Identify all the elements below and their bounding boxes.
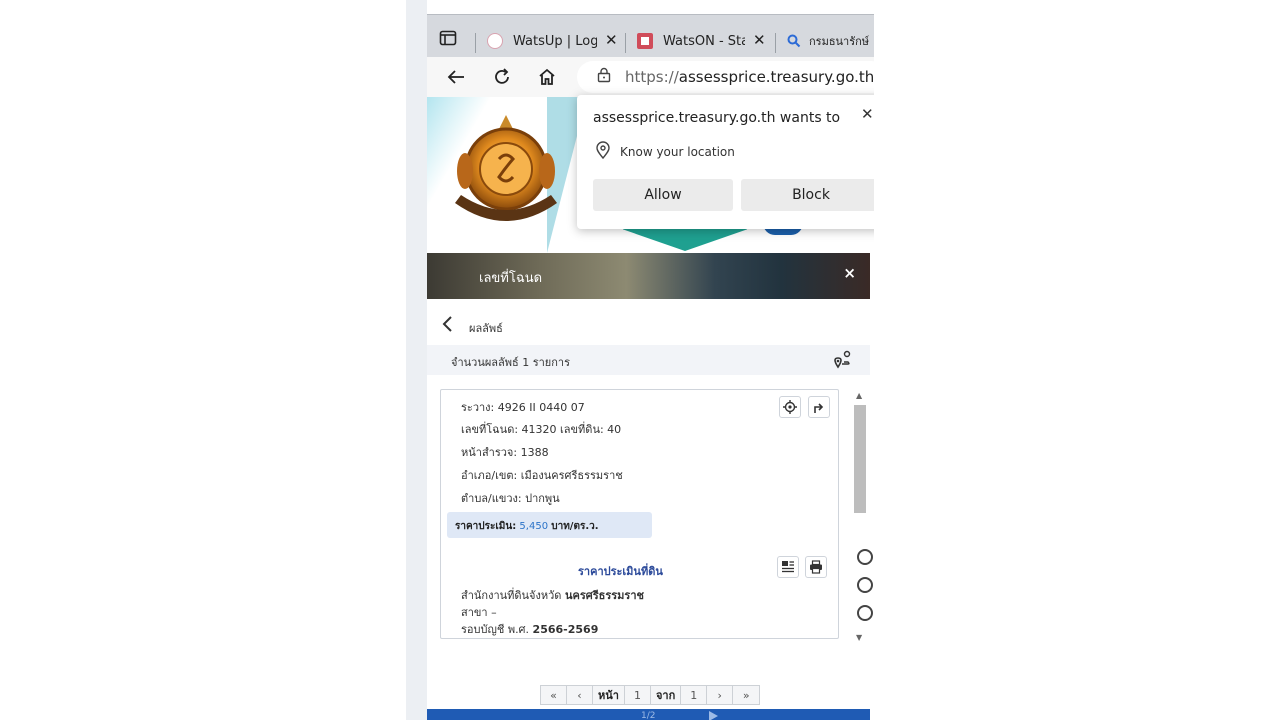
of-label: จาก bbox=[651, 686, 682, 704]
watson-favicon-icon bbox=[637, 33, 653, 49]
url-host: assessprice.treasury.go.th bbox=[678, 68, 874, 86]
record-deed-number: เลขที่โฉนด: 41320 เลขที่ดิน: 40 bbox=[461, 423, 622, 436]
tab-title: กรมธนารักษ์ bbox=[809, 35, 870, 48]
treasury-seal-logo[interactable] bbox=[447, 111, 565, 233]
navigation-bar: https://assessprice.treasury.go.th bbox=[427, 57, 874, 97]
results-header: ผลลัพธ์ bbox=[427, 307, 870, 343]
record-fiscal-period: รอบบัญชี พ.ศ. 2566-2569 bbox=[461, 620, 598, 638]
record-land-office: สำนักงานที่ดินจังหวัด นครศรีธรรมราช bbox=[461, 586, 644, 604]
block-button[interactable]: Block bbox=[741, 179, 874, 211]
footer-bar: 1/2 bbox=[427, 709, 870, 720]
price-value: 5,450 bbox=[519, 521, 549, 532]
scroll-down-icon[interactable]: ▼ bbox=[856, 633, 862, 642]
search-icon bbox=[787, 34, 801, 48]
footer-page-indicator: 1/2 bbox=[641, 711, 656, 720]
next-page-button[interactable]: › bbox=[707, 686, 734, 704]
record-district: อำเภอ/เขต: เมืองนครศรีธรรมราช bbox=[461, 469, 623, 482]
results-count: จำนวนผลลัพธ์ 1 รายการ bbox=[451, 356, 570, 369]
url-text: https://assessprice.treasury.go.th bbox=[625, 68, 874, 86]
play-icon[interactable] bbox=[709, 711, 718, 720]
chevron-left-icon[interactable] bbox=[441, 315, 455, 337]
tab-separator bbox=[775, 33, 776, 53]
office-label: สำนักงานที่ดินจังหวัด bbox=[461, 589, 562, 602]
watsup-favicon-icon bbox=[487, 33, 503, 49]
print-icon[interactable] bbox=[805, 556, 827, 578]
left-gutter bbox=[406, 0, 427, 720]
prev-page-button[interactable]: ‹ bbox=[567, 686, 593, 704]
tab-watson[interactable]: WatsON - Stay ✕ bbox=[637, 25, 767, 57]
directions-icon[interactable] bbox=[808, 396, 830, 418]
record-subdistrict: ตำบล/แขวง: ปากพูน bbox=[461, 492, 560, 505]
map-handle[interactable] bbox=[857, 605, 873, 621]
record-map-sheet: ระวาง: 4926 II 0440 07 bbox=[461, 401, 585, 414]
permission-description: Know your location bbox=[620, 145, 735, 159]
location-permission-popup: assessprice.treasury.go.th wants to ✕ Kn… bbox=[577, 95, 874, 229]
map-handle[interactable] bbox=[857, 549, 873, 565]
tab-separator bbox=[475, 33, 476, 53]
address-bar[interactable]: https://assessprice.treasury.go.th bbox=[577, 61, 874, 93]
scroll-up-icon[interactable]: ▲ bbox=[856, 391, 862, 400]
browser-window: WatsUp | Login ✕ WatsON - Stay ✕ กรมธนาร… bbox=[427, 14, 874, 720]
result-card: ระวาง: 4926 II 0440 07 เลขที่โฉนด: 41320… bbox=[440, 389, 839, 639]
price-label: ราคาประเมิน: bbox=[455, 521, 517, 532]
back-icon[interactable] bbox=[444, 65, 468, 89]
fiscal-label: รอบบัญชี พ.ศ. bbox=[461, 623, 530, 636]
screen: WatsUp | Login ✕ WatsON - Stay ✕ กรมธนาร… bbox=[0, 0, 1280, 720]
tab-separator bbox=[625, 33, 626, 53]
document-list-icon[interactable] bbox=[777, 556, 799, 578]
map-handle[interactable] bbox=[857, 577, 873, 593]
deed-search-banner: เลขที่โฉนด × bbox=[427, 253, 870, 299]
location-pin-icon bbox=[595, 141, 611, 163]
route-location-icon[interactable] bbox=[832, 350, 852, 374]
tab-treasury[interactable]: กรมธนารักษ์ bbox=[787, 25, 874, 57]
pagination: « ‹ หน้า 1 จาก 1 › » bbox=[540, 685, 761, 705]
first-page-button[interactable]: « bbox=[541, 686, 567, 704]
page-number-input[interactable]: 1 bbox=[625, 686, 651, 704]
tab-title: WatsUp | Login bbox=[513, 33, 597, 49]
lock-icon[interactable] bbox=[597, 67, 611, 87]
record-branch: สาขา – bbox=[461, 606, 497, 619]
permission-title: assessprice.treasury.go.th wants to bbox=[593, 110, 841, 126]
tab-watsup[interactable]: WatsUp | Login ✕ bbox=[487, 25, 618, 57]
refresh-icon[interactable] bbox=[490, 65, 514, 89]
land-price-section-title: ราคาประเมินที่ดิน bbox=[578, 565, 663, 578]
price-unit: บาท/ตร.ว. bbox=[551, 521, 599, 532]
tab-title: WatsON - Stay bbox=[663, 33, 745, 49]
workspaces-icon[interactable] bbox=[439, 29, 459, 49]
tab-strip: WatsUp | Login ✕ WatsON - Stay ✕ กรมธนาร… bbox=[427, 15, 874, 57]
url-scheme: https:// bbox=[625, 68, 679, 86]
close-tab-icon[interactable]: ✕ bbox=[605, 31, 618, 49]
locate-icon[interactable] bbox=[779, 396, 801, 418]
scrollbar-thumb[interactable] bbox=[854, 405, 866, 513]
total-pages: 1 bbox=[681, 686, 708, 704]
close-icon[interactable]: ✕ bbox=[861, 105, 874, 123]
home-icon[interactable] bbox=[535, 65, 559, 89]
close-icon[interactable]: × bbox=[843, 264, 856, 282]
results-count-bar: จำนวนผลลัพธ์ 1 รายการ bbox=[427, 345, 870, 375]
assessed-price-box: ราคาประเมิน: 5,450 บาท/ตร.ว. bbox=[447, 512, 652, 538]
allow-button[interactable]: Allow bbox=[593, 179, 733, 211]
page-label: หน้า bbox=[593, 686, 625, 704]
banner-title: เลขที่โฉนด bbox=[479, 271, 543, 286]
last-page-button[interactable]: » bbox=[733, 686, 759, 704]
fiscal-value: 2566-2569 bbox=[532, 623, 599, 636]
record-survey-page: หน้าสำรวจ: 1388 bbox=[461, 446, 549, 459]
close-tab-icon[interactable]: ✕ bbox=[753, 31, 766, 49]
results-title: ผลลัพธ์ bbox=[469, 322, 503, 335]
office-value: นครศรีธรรมราช bbox=[564, 589, 644, 602]
